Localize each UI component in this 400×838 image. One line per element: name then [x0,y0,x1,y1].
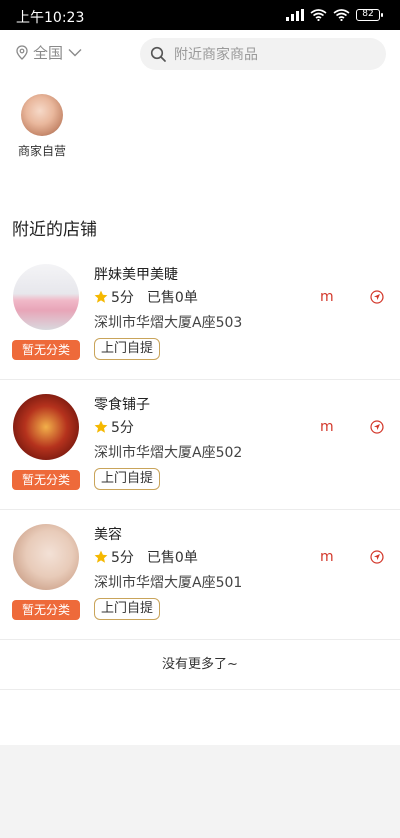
status-bar: 上午10:23 82 [0,0,400,30]
chevron-down-icon [68,49,82,57]
store-name: 零食铺子 [94,397,150,413]
pickup-tag: 上门自提 [94,468,161,490]
store-image [13,524,79,590]
no-more-text: 没有更多了~ [0,640,400,690]
rating-row: 5分 [94,417,134,437]
category-tag: 暂无分类 [12,600,80,620]
store-name: 美容 [94,527,122,543]
top-bar: 全国 附近商家商品 [0,30,400,76]
store-image [13,264,79,330]
rating-row: 5分 已售0单 [94,547,198,567]
search-icon [150,46,166,62]
footer-area [0,745,400,838]
pickup-tag: 上门自提 [94,598,161,620]
store-address: 深圳市华熠大厦A座501 [94,575,243,591]
store-image [13,394,79,460]
location-pin-icon [16,45,28,60]
distance-label: m [320,289,334,305]
category-avatar [21,94,63,136]
category-tag: 暂无分类 [12,340,80,360]
store-card[interactable]: 暂无分类 零食铺子 5分 深圳市华熠大厦A座502 上门自提 m [0,382,400,510]
region-label: 全国 [33,44,64,62]
wifi-icon [310,9,327,21]
store-address: 深圳市华熠大厦A座503 [94,315,243,331]
navigation-icon[interactable] [370,550,384,564]
wifi-icon-secondary [333,9,350,21]
region-selector[interactable]: 全国 [16,42,82,63]
store-name: 胖妹美甲美睫 [94,267,178,283]
star-icon [94,290,108,303]
status-time: 上午10:23 [16,10,85,26]
section-title: 附近的店铺 [12,220,97,240]
pickup-tag: 上门自提 [94,338,161,360]
category-merchant-self[interactable]: 商家自营 [12,94,72,159]
rating-value: 5分 [111,290,134,306]
rating-value: 5分 [111,550,134,566]
store-card[interactable]: 暂无分类 美容 5分 已售0单 深圳市华熠大厦A座501 上门自提 m [0,512,400,640]
rating-row: 5分 已售0单 [94,287,198,307]
store-card[interactable]: 暂无分类 胖妹美甲美睫 5分 已售0单 深圳市华熠大厦A座503 上门自提 m [0,252,400,380]
search-placeholder: 附近商家商品 [174,47,258,63]
store-address: 深圳市华熠大厦A座502 [94,445,243,461]
star-icon [94,420,108,433]
search-bar[interactable]: 附近商家商品 [140,38,386,70]
battery-icon: 82 [356,9,383,21]
navigation-icon[interactable] [370,420,384,434]
category-tag: 暂无分类 [12,470,80,490]
category-label: 商家自营 [17,144,66,158]
signal-icon [286,9,304,21]
status-icons: 82 [286,8,383,22]
sold-count: 已售0单 [146,550,198,566]
sold-count: 已售0单 [146,290,198,306]
distance-label: m [320,549,334,565]
navigation-icon[interactable] [370,290,384,304]
distance-label: m [320,419,334,435]
star-icon [94,550,108,563]
rating-value: 5分 [111,420,134,436]
